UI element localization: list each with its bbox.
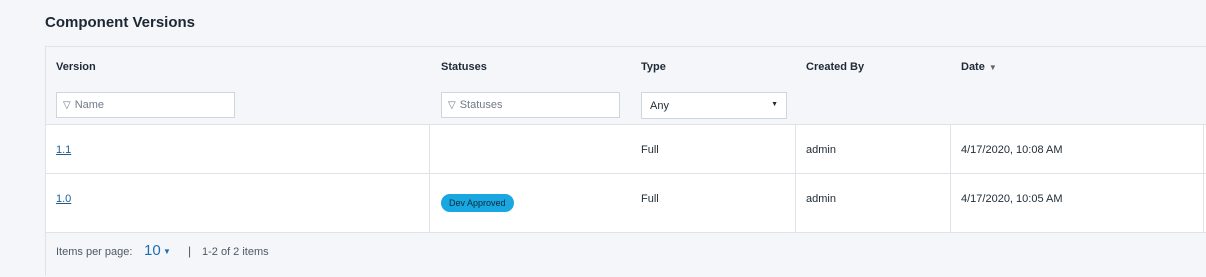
sort-descending-icon[interactable]: ▼ — [989, 63, 997, 72]
status-badge: Dev Approved — [441, 194, 514, 212]
column-divider — [795, 174, 796, 232]
date-cell: 4/17/2020, 10:08 AM — [961, 144, 1063, 156]
column-header-statuses[interactable]: Statuses — [441, 61, 487, 73]
versions-table: Version Statuses Type Created By Date ▼ ▽… — [45, 46, 1206, 277]
chevron-down-icon[interactable]: ▼ — [163, 247, 171, 256]
date-cell: 4/17/2020, 10:05 AM — [961, 193, 1063, 205]
type-cell: Full — [641, 144, 659, 156]
column-header-created-by[interactable]: Created By — [806, 61, 864, 73]
created-by-cell: admin — [806, 144, 836, 156]
chevron-down-icon: ▼ — [771, 101, 778, 108]
name-filter-input[interactable]: ▽ Name — [56, 92, 235, 118]
divider: | — [188, 244, 192, 258]
statuses-filter-input[interactable]: ▽ Statuses — [441, 92, 620, 118]
name-filter-placeholder: Name — [74, 99, 105, 111]
column-header-date[interactable]: Date ▼ — [961, 61, 997, 73]
column-divider — [950, 174, 951, 232]
version-link[interactable]: 1.1 — [56, 144, 71, 156]
statuses-filter-placeholder: Statuses — [459, 99, 503, 111]
table-row: 1.1 Full admin 4/17/2020, 10:08 AM — [46, 125, 1206, 174]
column-divider — [795, 125, 796, 173]
items-per-page-label: Items per page: — [56, 246, 133, 258]
table-row: 1.0 Dev Approved Full admin 4/17/2020, 1… — [46, 174, 1206, 233]
column-header-version[interactable]: Version — [56, 61, 96, 73]
column-divider — [429, 174, 430, 232]
column-divider — [1203, 125, 1204, 173]
created-by-cell: admin — [806, 193, 836, 205]
type-filter-select[interactable]: Any ▼ — [641, 92, 787, 119]
items-per-page-select[interactable]: 10 — [144, 242, 161, 259]
items-count: 1-2 of 2 items — [202, 246, 269, 258]
table-header: Version Statuses Type Created By Date ▼ ▽… — [46, 47, 1206, 125]
type-cell: Full — [641, 193, 659, 205]
column-divider — [1203, 174, 1204, 232]
version-link[interactable]: 1.0 — [56, 193, 71, 205]
pagination-footer: Items per page: 10 ▼ | 1-2 of 2 items — [46, 233, 1206, 277]
filter-icon: ▽ — [63, 99, 71, 111]
column-header-date-label: Date — [961, 61, 985, 73]
filter-icon: ▽ — [448, 99, 456, 111]
type-filter-value: Any — [650, 99, 669, 112]
column-divider — [429, 125, 430, 173]
column-divider — [950, 125, 951, 173]
page-title: Component Versions — [45, 14, 196, 31]
column-header-type[interactable]: Type — [641, 61, 666, 73]
